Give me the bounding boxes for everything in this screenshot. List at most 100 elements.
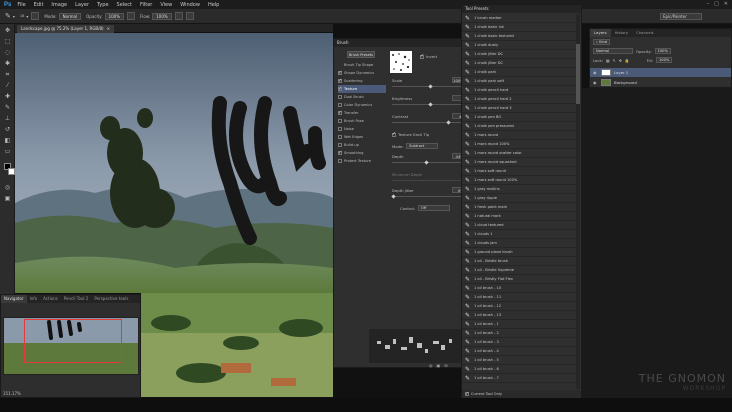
menu-help[interactable]: Help — [208, 2, 219, 8]
tool-preset-item[interactable]: ✎ 1 oil brush - 1 — [462, 320, 576, 329]
tab-actions[interactable]: Actions — [40, 295, 61, 303]
tool-preset-item[interactable]: ✎ 1 fresh paint mark — [462, 203, 576, 212]
scrollbar-thumb[interactable] — [576, 44, 580, 104]
tool-preset-item[interactable]: ✎ 1 chalk basic ink — [462, 23, 576, 32]
tool-preset-item[interactable]: ✎ 1 chalk basic textured — [462, 32, 576, 41]
tool-preset-item[interactable]: ✎ 1 oil - Bristle brush — [462, 257, 576, 266]
layer-opacity-field[interactable]: 100% — [654, 48, 671, 54]
healing-tool-icon[interactable]: ✚ — [3, 93, 12, 100]
tool-preset-item[interactable]: ✎ 1 brush marker — [462, 14, 576, 23]
marquee-tool-icon[interactable]: ⬚ — [3, 38, 12, 45]
tool-preset-item[interactable]: ✎ 1 mars round 100% — [462, 140, 576, 149]
mode-dropdown[interactable]: Normal — [58, 12, 82, 20]
checkbox-icon[interactable] — [338, 103, 342, 107]
tool-preset-item[interactable]: ✎ 1 oil brush - 2 — [462, 329, 576, 338]
checkbox-icon[interactable] — [338, 143, 342, 147]
menu-image[interactable]: Image — [51, 2, 67, 8]
depth-slider-knob[interactable] — [424, 160, 429, 165]
tool-presets-scrollbar[interactable] — [576, 14, 580, 389]
pressure-size-button[interactable] — [185, 12, 194, 20]
tool-preset-item[interactable]: ✎ 1 chalk park soft — [462, 77, 576, 86]
brush-presets-button[interactable]: Brush Presets — [347, 51, 375, 58]
quick-mask-icon[interactable]: ◎ — [3, 184, 12, 191]
background-color-swatch[interactable] — [8, 168, 15, 175]
menu-view[interactable]: View — [160, 2, 172, 8]
layer-row[interactable]: ◉ Layer 1 — [590, 68, 731, 77]
tool-preset-item[interactable]: ✎ 1 oil brush - 4 — [462, 347, 576, 356]
menu-filter[interactable]: Filter — [140, 2, 152, 8]
new-preset-icon[interactable]: ⊞ — [444, 363, 447, 368]
document-canvas[interactable] — [15, 33, 333, 293]
eye-icon[interactable]: ◉ — [593, 68, 598, 77]
tool-preset-item[interactable]: ✎ 1 mars soft round — [462, 167, 576, 176]
move-tool-icon[interactable]: ✥ — [3, 27, 12, 34]
lock-position-icon[interactable]: ✥ — [619, 58, 622, 63]
checkbox-icon[interactable] — [338, 135, 342, 139]
close-icon[interactable]: × — [107, 25, 110, 33]
menu-select[interactable]: Select — [117, 2, 132, 8]
brush-setting-brush-pose[interactable]: Brush Pose — [338, 117, 386, 125]
menu-window[interactable]: Window — [180, 2, 200, 8]
texture-pattern-swatch[interactable] — [390, 51, 412, 73]
texture-each-tip-checkbox[interactable]: Texture Each Tip — [392, 131, 429, 137]
brush-setting-dual-brush[interactable]: Dual Brush — [338, 93, 386, 101]
tool-preset-item[interactable]: ✎ 1 clouds 1 — [462, 230, 576, 239]
texture-mode-dropdown[interactable]: Subtract — [406, 143, 438, 149]
quick-select-tool-icon[interactable]: ✱ — [3, 60, 12, 67]
brush-setting-protect-texture[interactable]: Protect Texture — [338, 157, 386, 165]
screen-mode-icon[interactable]: ▣ — [3, 195, 12, 202]
brush-setting-noise[interactable]: Noise — [338, 125, 386, 133]
tab-channels[interactable]: Channels — [632, 29, 658, 37]
tool-preset-item[interactable]: ✎ 1 oil brush - 7 — [462, 374, 576, 383]
brush-tool-preset[interactable]: ✎ ▾ — [5, 12, 15, 20]
opacity-field[interactable]: 100% — [104, 12, 124, 20]
invert-checkbox[interactable]: Invert — [420, 53, 437, 59]
tool-preset-item[interactable]: ✎ 1 mars round squashed — [462, 158, 576, 167]
minimize-icon[interactable]: – — [707, 1, 710, 7]
navigator-thumbnail[interactable] — [3, 317, 139, 375]
close-icon[interactable]: ✕ — [724, 1, 728, 7]
brush-size-picker[interactable]: 18 ▾ — [20, 14, 28, 19]
tool-preset-item[interactable]: ✎ 1 ground plane brush — [462, 248, 576, 257]
tool-preset-item[interactable]: ✎ 1 chalk dusty — [462, 41, 576, 50]
eraser-tool-icon[interactable]: ◧ — [3, 137, 12, 144]
brush-setting-shape-dynamics[interactable]: Shape Dynamics — [338, 69, 386, 77]
depth-slider[interactable] — [392, 162, 466, 163]
tab-pencil-tool[interactable]: Pencil Tool 2 — [61, 295, 92, 303]
scale-slider-knob[interactable] — [428, 84, 433, 89]
brush-setting-build-up[interactable]: Build-up — [338, 141, 386, 149]
maximize-icon[interactable]: □ — [714, 1, 719, 7]
fill-field[interactable]: 100% — [656, 57, 673, 63]
tool-preset-item[interactable]: ✎ 1 chalk jitter DC — [462, 50, 576, 59]
brush-setting-texture[interactable]: Texture — [338, 85, 386, 93]
lock-paint-icon[interactable]: ✎ — [613, 58, 616, 63]
contrast-slider-knob[interactable] — [446, 120, 451, 125]
tool-preset-item[interactable]: ✎ 1 oil brush - 10 — [462, 284, 576, 293]
new-brush-icon[interactable]: ▣ — [437, 363, 441, 368]
menu-edit[interactable]: Edit — [34, 2, 44, 8]
checkbox-icon[interactable] — [338, 159, 342, 163]
tool-preset-item[interactable]: ✎ 1 gray mullins — [462, 185, 576, 194]
checkbox-icon[interactable] — [338, 149, 342, 157]
brightness-slider-knob[interactable] — [428, 102, 433, 107]
tool-preset-item[interactable]: ✎ 1 chalk pencil hard — [462, 86, 576, 95]
menu-file[interactable]: File — [17, 2, 25, 8]
contrast-slider[interactable] — [392, 122, 466, 123]
checkbox-icon[interactable] — [338, 69, 342, 77]
brush-setting-transfer[interactable]: Transfer — [338, 109, 386, 117]
navigator-zoom-value[interactable]: 151.17% — [3, 391, 21, 396]
checkbox-icon[interactable] — [338, 127, 342, 131]
brush-panel-toggle-button[interactable] — [31, 12, 40, 20]
lock-all-icon[interactable]: 🔒 — [625, 58, 630, 63]
tool-preset-item[interactable]: ✎ 1 oil brush - 6 — [462, 365, 576, 374]
tool-preset-item[interactable]: ✎ 1 chalk pen BG — [462, 113, 576, 122]
tool-preset-item[interactable]: ✎ 1 gray ripple — [462, 194, 576, 203]
tool-preset-item[interactable]: ✎ 1 oil brush - 13 — [462, 311, 576, 320]
crop-tool-icon[interactable]: ⌗ — [3, 71, 12, 78]
stamp-tool-icon[interactable]: ⊥ — [3, 115, 12, 122]
layer-row[interactable]: ◉ Background — [590, 78, 731, 87]
brush-setting-smoothing[interactable]: Smoothing — [338, 149, 386, 157]
checkbox-icon[interactable] — [338, 119, 342, 123]
brush-setting-brush-tip-shape[interactable]: Brush Tip Shape — [338, 61, 386, 69]
depth-jitter-slider-knob[interactable] — [391, 194, 396, 199]
